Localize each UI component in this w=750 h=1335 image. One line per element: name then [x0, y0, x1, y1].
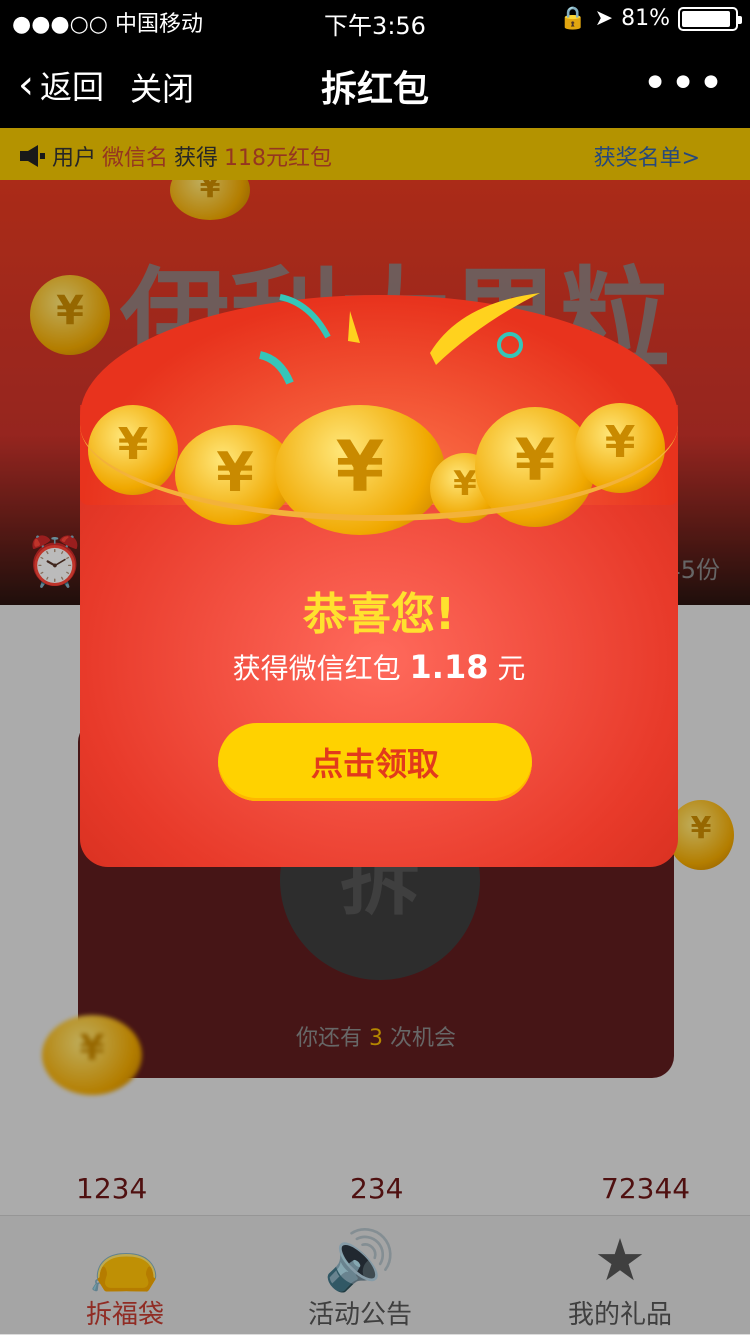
prize-prefix: 获得微信红包 — [232, 652, 401, 685]
navigation-bar: ‹ 返回 关闭 拆红包 ••• — [0, 40, 750, 128]
more-options-button[interactable]: ••• — [642, 58, 726, 109]
confetti-decoration — [258, 293, 540, 385]
claim-button[interactable]: 点击领取 — [218, 723, 532, 801]
status-bar: ●●●○○ 中国移动 下午3:56 🔒 ➤ 81% — [0, 0, 750, 40]
status-right: 🔒 ➤ 81% — [559, 6, 742, 31]
prize-amount: 1.18 — [409, 648, 489, 686]
page-title: 拆红包 — [320, 69, 429, 110]
prize-unit: 元 — [497, 652, 526, 685]
battery-icon — [678, 6, 742, 31]
red-envelope-popup: 恭喜您! 获得微信红包 1.18 元 点击领取 — [80, 293, 678, 867]
prize-text: 获得微信红包 1.18 元 — [80, 647, 678, 687]
location-arrow-icon: ➤ — [594, 6, 614, 31]
battery-percent: 81% — [621, 6, 670, 31]
congrats-heading: 恭喜您! — [302, 589, 456, 640]
lock-rotation-icon: 🔒 — [559, 6, 587, 31]
